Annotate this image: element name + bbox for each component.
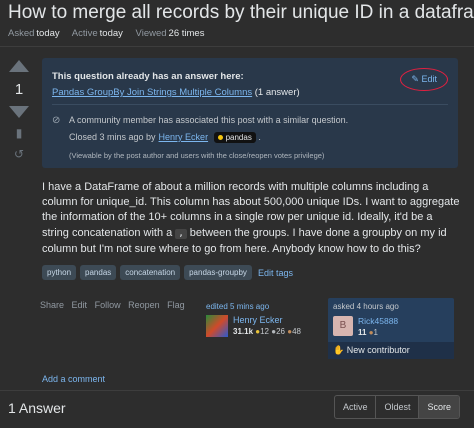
share-link[interactable]: Share (40, 300, 64, 310)
active-label: Active (71, 28, 98, 39)
new-contributor-banner[interactable]: ✋ New contributor (328, 342, 454, 359)
duplicate-link-row: Pandas GroupBy Join Strings Multiple Col… (52, 87, 300, 98)
active-value: today (99, 28, 123, 39)
edit-link[interactable]: Edit (72, 300, 88, 310)
asked-value: today (36, 28, 60, 39)
wave-hand-icon: ✋ (333, 345, 345, 355)
closer-link[interactable]: Henry Ecker (159, 132, 209, 142)
tag-pandas[interactable]: pandas (80, 265, 117, 280)
asker-bronze-count: 1 (373, 328, 378, 337)
editor-card: edited 5 mins ago Henry Ecker 31.1k ●12 … (206, 302, 301, 337)
downvote-icon[interactable] (9, 106, 29, 118)
asker-name[interactable]: Rick45888 (358, 316, 398, 326)
new-contributor-label: New contributor (346, 345, 410, 355)
duplicate-notice: This question already has an answer here… (42, 58, 458, 168)
inline-code: , (175, 228, 187, 239)
bronze-count: 48 (292, 327, 301, 336)
vote-column: 1 ▮ ↺ (6, 60, 32, 160)
gold-count: 12 (260, 327, 270, 336)
answers-divider (0, 390, 474, 391)
silver-count: 26 (276, 327, 285, 336)
closed-text: Closed 3 mins ago by (69, 132, 156, 142)
gold-dot-icon (217, 135, 223, 141)
editor-rep: 31.1k (233, 327, 254, 336)
community-text: A community member has associated this p… (69, 115, 349, 125)
closer-tag-badge: pandas (213, 132, 256, 143)
asked-time: asked 4 hours ago (333, 302, 399, 311)
asker-card: asked 4 hours ago B Rick45888 11 ●1 ✋ Ne… (328, 298, 454, 359)
answers-count: 1 Answer (8, 400, 66, 416)
asked-label: Asked (8, 28, 35, 39)
pencil-icon: ✎ (411, 74, 419, 84)
edit-label: Edit (421, 74, 437, 84)
asker-rep: 11 (358, 328, 367, 337)
edit-notice-button[interactable]: ✎ Edit (400, 68, 448, 91)
tag-concatenation[interactable]: concatenation (120, 265, 181, 280)
editor-name[interactable]: Henry Ecker (233, 315, 301, 325)
flag-link[interactable]: Flag (167, 300, 185, 310)
asker-avatar[interactable]: B (333, 316, 353, 336)
edit-tags-link[interactable]: Edit tags (258, 268, 293, 278)
viewed-label: Viewed (135, 28, 167, 39)
sort-score-button[interactable]: Score (419, 396, 459, 418)
header-divider (0, 46, 474, 47)
reopen-link[interactable]: Reopen (128, 300, 160, 310)
sort-active-button[interactable]: Active (335, 396, 377, 418)
edited-time[interactable]: edited 5 mins ago (206, 302, 301, 311)
post-actions: Share Edit Follow Reopen Flag (40, 300, 190, 310)
editor-avatar[interactable] (206, 315, 228, 337)
closer-tag-label: pandas (225, 133, 252, 142)
duplicate-count: (1 answer) (254, 87, 300, 98)
tag-list: python pandas concatenation pandas-group… (42, 265, 293, 280)
tag-python[interactable]: python (42, 265, 77, 280)
follow-link[interactable]: Follow (95, 300, 121, 310)
hidden-eye-icon: ⊘ (52, 115, 61, 126)
duplicate-link[interactable]: Pandas GroupBy Join Strings Multiple Col… (52, 87, 252, 98)
viewable-note: (Viewable by the post author and users w… (69, 151, 325, 160)
asker-reputation: 11 ●1 (358, 328, 398, 337)
answer-sort-group: Active Oldest Score (333, 395, 460, 419)
viewed-value: 26 times (168, 28, 205, 39)
question-meta: Asked today Active today Viewed 26 times (8, 28, 214, 39)
bookmark-icon[interactable]: ▮ (6, 127, 32, 139)
question-title: How to merge all records by their unique… (8, 2, 474, 23)
editor-reputation: 31.1k ●12 ●26 ●48 (233, 327, 301, 336)
closed-info: Closed 3 mins ago by Henry Ecker pandas . (69, 132, 261, 143)
notice-divider (52, 104, 448, 105)
sort-oldest-button[interactable]: Oldest (376, 396, 420, 418)
upvote-icon[interactable] (9, 60, 29, 72)
vote-score: 1 (14, 81, 24, 98)
add-comment-link[interactable]: Add a comment (42, 374, 105, 384)
history-icon[interactable]: ↺ (6, 148, 32, 160)
notice-heading: This question already has an answer here… (52, 71, 244, 82)
question-body: I have a DataFrame of about a million re… (42, 180, 462, 257)
tag-pandas-groupby[interactable]: pandas-groupby (184, 265, 252, 280)
